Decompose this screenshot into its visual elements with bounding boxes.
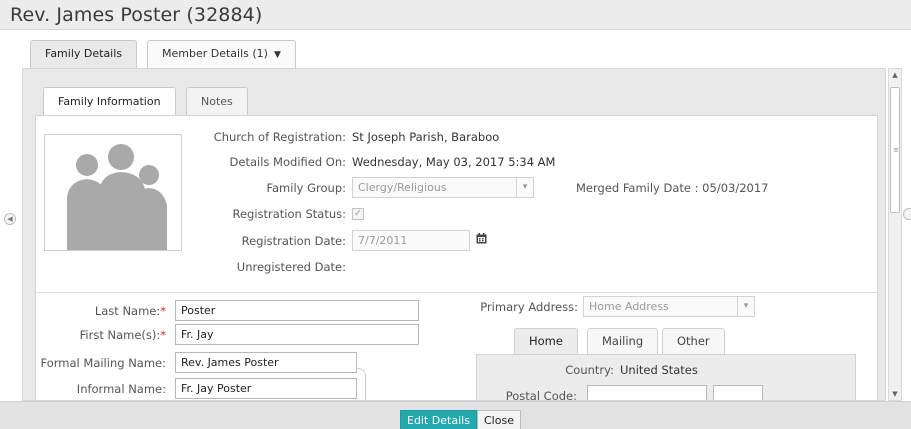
tab-member-details[interactable]: Member Details (1) ▼ [147,40,296,68]
last-name-label-text: Last Name: [94,304,161,318]
primary-address-value: Home Address [589,300,669,313]
footer-bar: Edit Details Close [0,401,911,429]
postal-code-label: Postal Code: [505,389,577,401]
country-label: Country: [565,363,614,377]
chevron-down-icon[interactable]: ▼ [274,50,281,60]
formal-mailing-name-label: Formal Mailing Name: [40,356,166,370]
postal-code-ext-field[interactable] [713,385,763,400]
tab-family-information-label: Family Information [58,95,161,108]
tab-family-information[interactable]: Family Information [43,87,176,116]
close-button[interactable]: Close [477,410,521,429]
tab-family-details-label: Family Details [45,47,123,60]
informal-name-field[interactable]: Fr. Jay Poster [175,378,357,399]
informal-name-label: Informal Name: [76,382,166,396]
last-name-value: Poster [181,304,216,317]
name-link-bracket [356,368,366,400]
registration-date-label: Registration Date: [241,234,346,248]
registration-status-label: Registration Status: [232,207,346,221]
grip-icon: ≡ [893,146,899,154]
required-mark: * [160,328,166,342]
family-group-label: Family Group: [266,181,346,195]
family-information-panel: Church of Registration: St Joseph Parish… [35,115,879,401]
registration-date-value: 7/7/2011 [358,234,408,247]
collapse-right-icon[interactable] [903,208,911,220]
family-silhouette-icon [67,144,167,250]
modified-value: Wednesday, May 03, 2017 5:34 AM [352,155,556,169]
vertical-scrollbar[interactable]: ▲ ≡ ▼ [888,68,902,401]
registration-date-input[interactable]: 7/7/2011 [352,230,470,251]
last-name-field[interactable]: Poster [175,300,419,321]
tab-home-label: Home [529,334,563,348]
section-divider [36,292,879,293]
calendar-glyph [476,233,487,244]
first-name-label-text: First Name(s): [79,328,161,342]
collapse-left-icon[interactable]: ◀ [4,213,16,225]
tab-home-address[interactable]: Home [514,328,578,354]
tab-family-details[interactable]: Family Details [30,40,138,68]
tab-notes-label: Notes [201,95,233,108]
informal-name-value: Fr. Jay Poster [181,382,252,395]
postal-code-field[interactable] [587,385,707,400]
unregistered-date-label: Unregistered Date: [236,260,346,274]
tab-mailing-address[interactable]: Mailing [587,328,659,354]
required-mark: * [160,304,166,318]
family-photo[interactable] [44,134,182,251]
title-bar: Rev. James Poster (32884) [0,0,911,30]
last-name-label: Last Name:* [36,304,166,318]
family-group-select[interactable]: Clergy/Religious ▾ [352,177,534,198]
primary-address-label: Primary Address: [480,300,578,314]
window-title: Rev. James Poster (32884) [10,4,263,26]
primary-address-select[interactable]: Home Address ▾ [583,296,755,317]
scroll-down-icon[interactable]: ▼ [889,388,901,400]
address-panel: Country: United States Postal Code: [476,354,856,401]
calendar-icon[interactable] [476,233,487,247]
family-details-frame: Family Information Notes Church of Regis… [22,68,886,401]
tab-other-label: Other [677,334,710,348]
tab-member-details-label: Member Details (1) [162,47,268,60]
church-value: St Joseph Parish, Baraboo [352,130,500,144]
tab-notes[interactable]: Notes [186,87,248,116]
family-group-value: Clergy/Religious [358,181,447,194]
chevron-down-icon: ▾ [516,178,533,197]
chevron-down-icon: ▾ [737,297,754,316]
dialog-body: Family Details Member Details (1) ▼ ◀ Fam… [0,30,911,401]
church-label: Church of Registration: [213,130,346,144]
tab-other-address[interactable]: Other [662,328,725,354]
first-name-value: Fr. Jay [181,328,214,341]
country-value: United States [620,363,698,377]
registration-status-checkbox[interactable]: ✓ [352,208,364,220]
edit-details-button[interactable]: Edit Details [400,410,477,429]
formal-mailing-name-field[interactable]: Rev. James Poster [175,352,357,373]
first-name-label: First Name(s):* [36,328,166,342]
first-name-field[interactable]: Fr. Jay [175,324,419,345]
scroll-up-icon[interactable]: ▲ [889,69,901,81]
tab-mailing-label: Mailing [602,334,644,348]
modified-label: Details Modified On: [229,155,346,169]
merged-family-date: Merged Family Date : 05/03/2017 [576,181,769,195]
scrollbar-thumb[interactable]: ≡ [890,87,900,213]
formal-mailing-name-value: Rev. James Poster [181,356,279,369]
